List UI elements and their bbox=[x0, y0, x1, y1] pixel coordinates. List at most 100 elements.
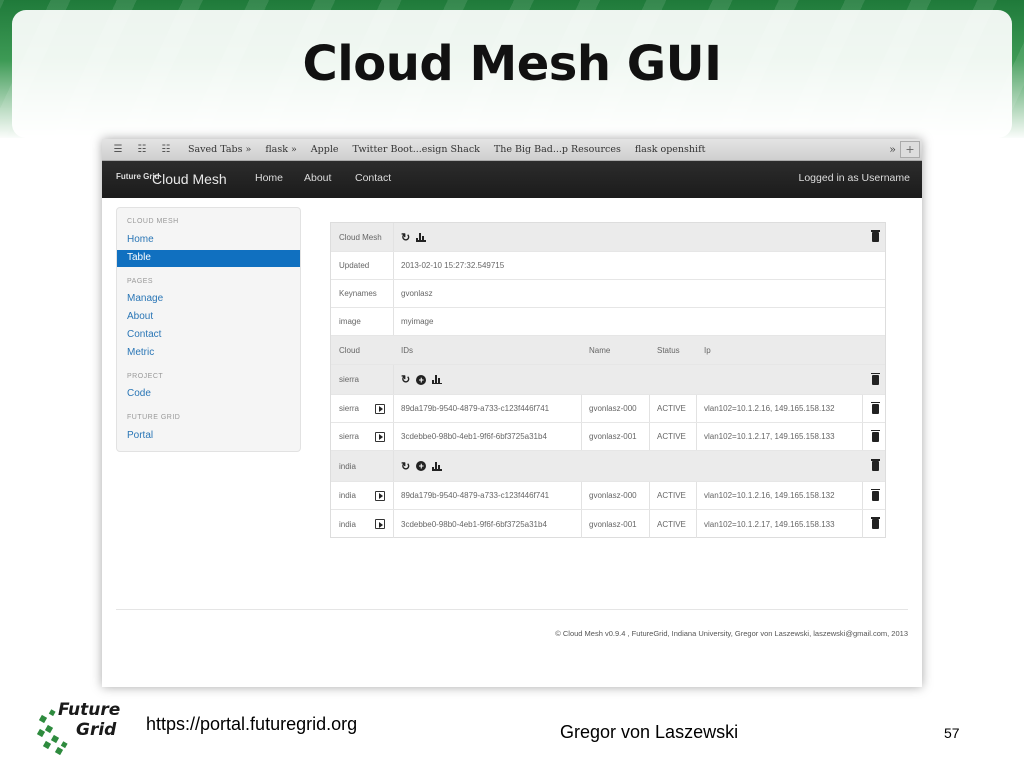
app-navbar: Future Grid Cloud Mesh Home About Contac… bbox=[102, 161, 922, 198]
bookmark-twitter-bootstrap[interactable]: Twitter Boot...esign Shack bbox=[352, 144, 479, 155]
bookmarks-bar: ☰ ☷ ☷ Saved Tabs » flask » Apple Twitter… bbox=[102, 139, 922, 161]
play-icon[interactable] bbox=[375, 519, 385, 529]
info-label: Updated bbox=[339, 261, 370, 270]
vm-ip: vlan102=10.1.2.17, 149.165.158.133 bbox=[704, 432, 835, 441]
column-header-ip[interactable]: Ip bbox=[696, 336, 856, 364]
vm-status: ACTIVE bbox=[657, 519, 686, 529]
add-icon[interactable]: + bbox=[416, 461, 427, 471]
info-row: image myimage bbox=[331, 308, 885, 336]
sidebar-item-label: Table bbox=[127, 252, 151, 263]
vm-cloud: sierra bbox=[339, 404, 360, 413]
new-tab-button[interactable]: + bbox=[900, 141, 920, 158]
sidebar-item-home[interactable]: Home bbox=[127, 234, 154, 245]
sidebar: CLOUD MESH Home Table PAGES Manage About… bbox=[116, 207, 301, 452]
author-name: Gregor von Laszewski bbox=[560, 722, 739, 742]
vm-ip: vlan102=10.1.2.17, 149.165.158.133 bbox=[704, 519, 835, 529]
trash-icon[interactable] bbox=[871, 372, 880, 385]
info-row: Updated 2013-02-10 15:27:32.549715 bbox=[331, 252, 885, 280]
info-row: Keynames gvonlasz bbox=[331, 280, 885, 308]
add-icon[interactable]: + bbox=[416, 374, 427, 385]
bar-chart-icon[interactable] bbox=[416, 232, 427, 242]
info-label: Keynames bbox=[339, 289, 377, 298]
sidebar-item-metric[interactable]: Metric bbox=[127, 347, 154, 358]
table-row: india 89da179b-9540-4879-a733-c123f446f7… bbox=[331, 482, 885, 510]
vm-name: gvonlasz-000 bbox=[589, 404, 637, 413]
group-row: india ↻ + bbox=[331, 451, 885, 482]
refresh-icon[interactable]: ↻ bbox=[401, 231, 410, 244]
sidebar-header-project: PROJECT bbox=[127, 373, 164, 380]
vm-cloud: india bbox=[339, 519, 356, 529]
page-number: 57 bbox=[944, 725, 960, 741]
app-brand[interactable]: Cloud Mesh bbox=[152, 171, 227, 187]
vm-table: Cloud Mesh ↻ Updated 2013-02-10 15:27:32… bbox=[330, 222, 886, 538]
reading-list-icon[interactable]: ☰ bbox=[110, 144, 126, 155]
info-value: 2013-02-10 15:27:32.549715 bbox=[401, 261, 505, 270]
table-header-row: Cloud IDs Name Status Ip bbox=[331, 336, 885, 365]
bookmark-big-bad[interactable]: The Big Bad...p Resources bbox=[494, 144, 621, 155]
refresh-icon[interactable]: ↻ bbox=[401, 373, 410, 386]
play-icon[interactable] bbox=[375, 490, 385, 501]
bookmark-saved-tabs[interactable]: Saved Tabs » bbox=[188, 144, 251, 155]
vm-name: gvonlasz-001 bbox=[589, 519, 637, 529]
portal-url[interactable]: https://portal.futuregrid.org bbox=[146, 714, 357, 735]
info-value: gvonlasz bbox=[401, 289, 433, 298]
sidebar-item-table[interactable]: Table bbox=[117, 250, 300, 267]
vm-cloud: sierra bbox=[339, 432, 360, 441]
column-header-cloud[interactable]: Cloud bbox=[331, 336, 393, 364]
trash-icon[interactable] bbox=[871, 459, 880, 471]
bar-chart-icon[interactable] bbox=[432, 461, 443, 471]
sidebar-item-manage[interactable]: Manage bbox=[127, 293, 163, 304]
bar-chart-icon[interactable] bbox=[432, 375, 443, 384]
table-title: Cloud Mesh bbox=[339, 232, 382, 242]
table-row: sierra 89da179b-9540-4879-a733-c123f446f… bbox=[331, 395, 885, 423]
trash-icon[interactable] bbox=[871, 230, 880, 242]
bookmark-apple[interactable]: Apple bbox=[311, 144, 339, 155]
vm-ip: vlan102=10.1.2.16, 149.165.158.132 bbox=[704, 491, 835, 500]
bookmark-flask-openshift[interactable]: flask openshift bbox=[635, 144, 706, 155]
vm-name: gvonlasz-001 bbox=[589, 432, 637, 441]
trash-icon[interactable] bbox=[871, 517, 880, 529]
vm-id: 89da179b-9540-4879-a733-c123f446f741 bbox=[401, 404, 550, 413]
slide-title: Cloud Mesh GUI bbox=[302, 36, 722, 92]
refresh-icon[interactable]: ↻ bbox=[401, 460, 410, 473]
table-row: sierra 3cdebbe0-98b0-4eb1-9f6f-6bf3725a3… bbox=[331, 423, 885, 451]
sidebar-item-about[interactable]: About bbox=[127, 311, 153, 322]
info-value: myimage bbox=[401, 317, 434, 326]
logged-in-user[interactable]: Logged in as Username bbox=[799, 172, 911, 184]
column-header-status[interactable]: Status bbox=[649, 336, 696, 364]
group-name: india bbox=[339, 461, 356, 471]
nav-contact[interactable]: Contact bbox=[355, 172, 391, 184]
column-header-ids[interactable]: IDs bbox=[393, 336, 581, 364]
nav-home[interactable]: Home bbox=[255, 172, 283, 184]
vm-id: 3cdebbe0-98b0-4eb1-9f6f-6bf3725a31b4 bbox=[401, 432, 547, 441]
vm-name: gvonlasz-000 bbox=[589, 491, 637, 500]
app-screenshot: ☰ ☷ ☷ Saved Tabs » flask » Apple Twitter… bbox=[102, 139, 922, 687]
bookmark-flask[interactable]: flask » bbox=[265, 144, 296, 155]
play-icon[interactable] bbox=[375, 403, 385, 414]
vm-id: 89da179b-9540-4879-a733-c123f446f741 bbox=[401, 491, 550, 500]
footer-divider bbox=[116, 609, 908, 610]
info-label: image bbox=[339, 317, 361, 326]
sidebar-header-future-grid: FUTURE GRID bbox=[127, 414, 181, 421]
nav-about[interactable]: About bbox=[304, 172, 331, 184]
sidebar-item-code[interactable]: Code bbox=[127, 388, 151, 399]
vm-ip: vlan102=10.1.2.16, 149.165.158.132 bbox=[704, 404, 835, 413]
vm-status: ACTIVE bbox=[657, 432, 686, 441]
logo-text-future: Future bbox=[58, 700, 121, 720]
bookmarks-overflow-icon[interactable]: » bbox=[889, 143, 896, 156]
vm-status: ACTIVE bbox=[657, 404, 686, 413]
trash-icon[interactable] bbox=[871, 429, 880, 442]
play-icon[interactable] bbox=[375, 431, 385, 442]
sidebar-item-contact[interactable]: Contact bbox=[127, 329, 161, 340]
column-header-name[interactable]: Name bbox=[581, 336, 649, 364]
table-row: india 3cdebbe0-98b0-4eb1-9f6f-6bf3725a31… bbox=[331, 510, 885, 538]
table-title-row: Cloud Mesh ↻ bbox=[331, 223, 885, 252]
vm-id: 3cdebbe0-98b0-4eb1-9f6f-6bf3725a31b4 bbox=[401, 519, 547, 529]
sidebar-header-pages: PAGES bbox=[127, 278, 154, 285]
book-icon[interactable]: ☷ bbox=[134, 144, 150, 155]
trash-icon[interactable] bbox=[871, 488, 880, 501]
sidebar-item-portal[interactable]: Portal bbox=[127, 430, 153, 441]
trash-icon[interactable] bbox=[871, 401, 880, 414]
grid-icon[interactable]: ☷ bbox=[158, 144, 174, 155]
app-footer: © Cloud Mesh v0.9.4 , FutureGrid, Indian… bbox=[555, 629, 908, 638]
